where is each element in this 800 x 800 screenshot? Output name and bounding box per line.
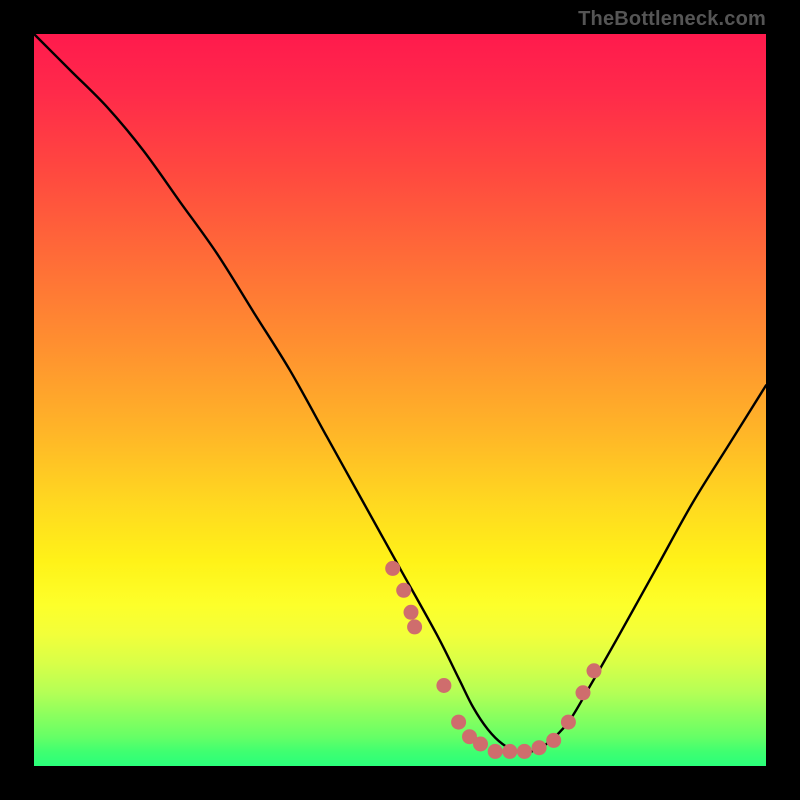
- data-point: [532, 740, 547, 755]
- scatter-points: [385, 561, 601, 759]
- data-point: [488, 744, 503, 759]
- chart-svg: [34, 34, 766, 766]
- plot-area: [34, 34, 766, 766]
- data-point: [451, 715, 466, 730]
- data-point: [587, 663, 602, 678]
- chart-frame: TheBottleneck.com: [0, 0, 800, 800]
- data-point: [407, 619, 422, 634]
- data-point: [404, 605, 419, 620]
- attribution-text: TheBottleneck.com: [578, 8, 766, 31]
- data-point: [517, 744, 532, 759]
- data-point: [436, 678, 451, 693]
- data-point: [546, 733, 561, 748]
- data-point: [561, 715, 576, 730]
- bottleneck-curve: [34, 34, 766, 752]
- data-point: [396, 583, 411, 598]
- data-point: [576, 685, 591, 700]
- data-point: [502, 744, 517, 759]
- data-point: [385, 561, 400, 576]
- data-point: [473, 737, 488, 752]
